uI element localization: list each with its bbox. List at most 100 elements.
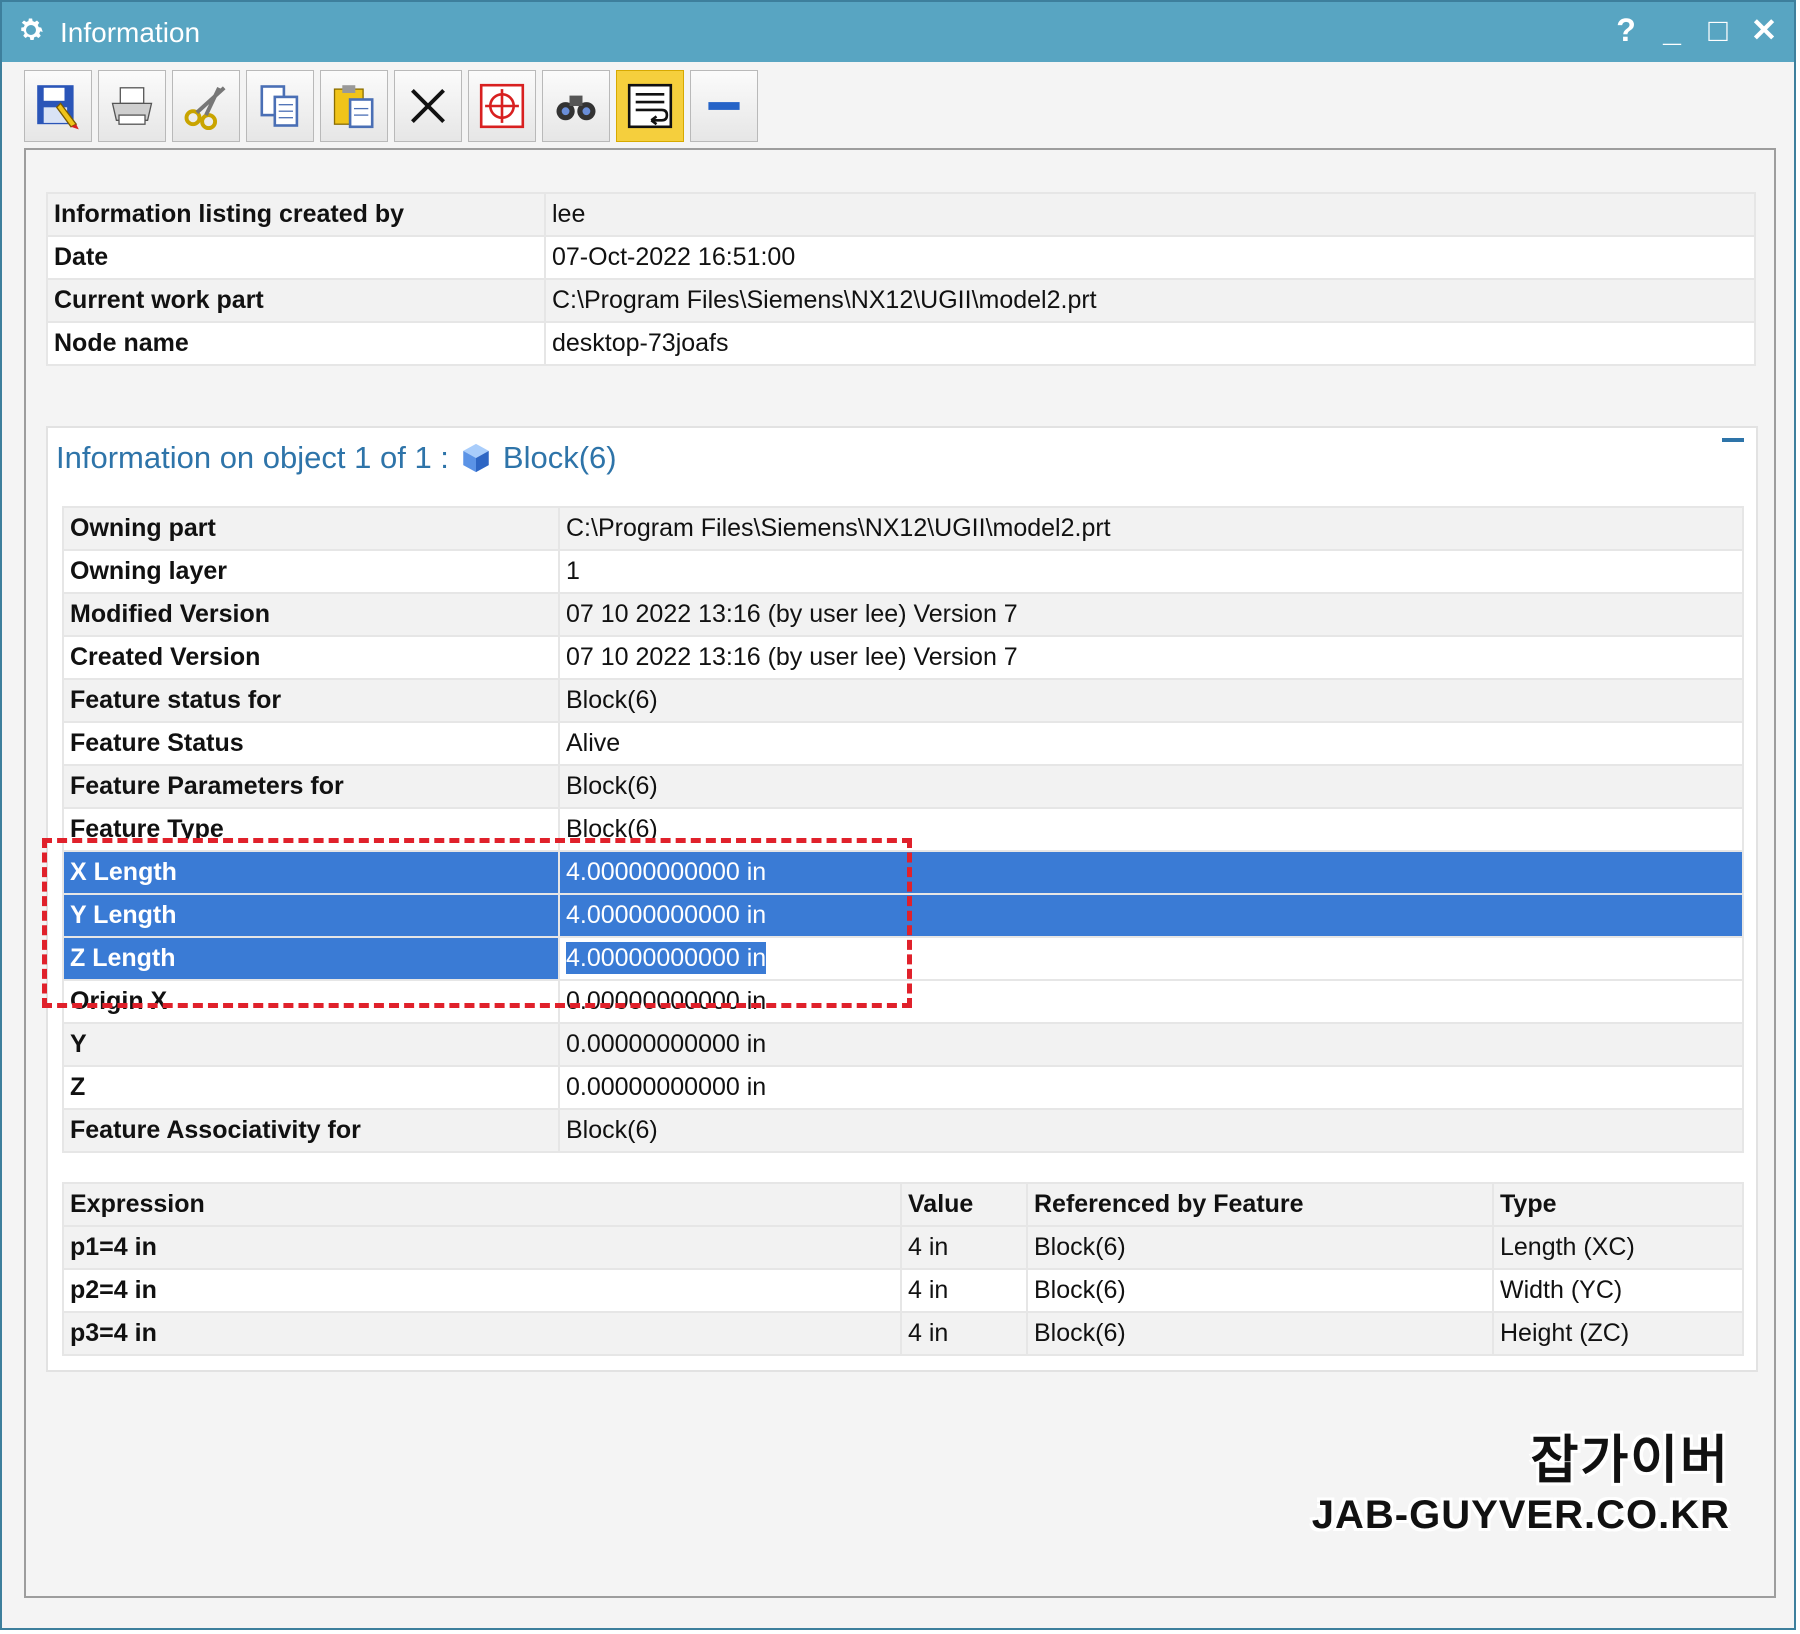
header-row[interactable]: Date 07-Oct-2022 16:51:00 [46, 235, 1756, 280]
attribute-value: 4.00000000000 in [558, 850, 1744, 895]
attribute-value: Alive [558, 721, 1744, 766]
save-button[interactable] [24, 70, 92, 142]
attribute-row[interactable]: X Length 4.00000000000 in [62, 850, 1744, 895]
cut-button[interactable] [172, 70, 240, 142]
expression-cell: p1=4 in [62, 1225, 902, 1270]
attribute-row[interactable]: Feature status for Block(6) [62, 678, 1744, 723]
minus-icon [708, 102, 740, 110]
word-wrap-button[interactable] [616, 70, 684, 142]
attribute-row[interactable]: Owning part C:\Program Files\Siemens\NX12… [62, 506, 1744, 551]
expression-row[interactable]: p1=4 in 4 in Block(6) Length (XC) [62, 1225, 1744, 1270]
attribute-key: Z Length [62, 936, 560, 981]
info-content[interactable]: Information listing created by lee Date 07-… [24, 148, 1776, 1598]
attribute-value: 0.00000000000 in [558, 979, 1744, 1024]
header-value: lee [544, 192, 1756, 237]
find-button[interactable] [542, 70, 610, 142]
attribute-value: Block(6) [558, 678, 1744, 723]
close-button[interactable]: ✕ [1744, 10, 1784, 50]
attribute-row[interactable]: Feature Associativity for Block(6) [62, 1108, 1744, 1153]
header-row[interactable]: Information listing created by lee [46, 192, 1756, 237]
header-row[interactable]: Node name desktop-73joafs [46, 321, 1756, 366]
attribute-row[interactable]: Owning layer 1 [62, 549, 1744, 594]
watermark-url: JAB-GUYVER.CO.KR [1311, 1493, 1730, 1537]
attribute-key: Created Version [62, 635, 560, 680]
attribute-key: Feature Associativity for [62, 1108, 560, 1153]
minimize-button[interactable]: _ [1652, 10, 1692, 50]
header-key: Information listing created by [46, 192, 546, 237]
select-object-button[interactable] [468, 70, 536, 142]
delete-button[interactable] [394, 70, 462, 142]
expressions-table: Expression Value Referenced by Feature Type… [62, 1182, 1744, 1356]
attribute-row[interactable]: Y Length 4.00000000000 in [62, 893, 1744, 938]
object-heading-prefix: Information on object 1 of 1 : [56, 440, 449, 475]
object-panel: Information on object 1 of 1 : Block(6) … [46, 426, 1758, 1372]
word-wrap-icon [627, 83, 673, 129]
attribute-key: Feature Type [62, 807, 560, 852]
expression-cell: 4 in [900, 1225, 1028, 1270]
attribute-row[interactable]: Y 0.00000000000 in [62, 1022, 1744, 1067]
object-heading-name: Block(6) [502, 440, 617, 475]
maximize-button[interactable]: □ [1698, 10, 1738, 50]
attribute-value: Block(6) [558, 764, 1744, 809]
expression-cell: Height (ZC) [1492, 1311, 1744, 1356]
attribute-key: Modified Version [62, 592, 560, 637]
object-attributes-table: Owning part C:\Program Files\Siemens\NX12… [62, 506, 1744, 1153]
attribute-value: 4.00000000000 in [558, 936, 1744, 981]
listing-header-table: Information listing created by lee Date 07-… [46, 192, 1756, 366]
header-key: Current work part [46, 278, 546, 323]
attribute-value: 07 10 2022 13:16 (by user lee) Version 7 [558, 635, 1744, 680]
attribute-key: Y Length [62, 893, 560, 938]
attribute-value: 1 [558, 549, 1744, 594]
attribute-row[interactable]: Feature Parameters for Block(6) [62, 764, 1744, 809]
attribute-value: 4.00000000000 in [558, 893, 1744, 938]
attribute-value: Block(6) [558, 807, 1744, 852]
expressions-column-header: Referenced by Feature [1026, 1182, 1494, 1227]
watermark-korean: 잡가이버 [1530, 1432, 1730, 1490]
header-value: C:\Program Files\Siemens\NX12\UGII\model… [544, 278, 1756, 323]
paste-button[interactable] [320, 70, 388, 142]
attribute-key: Owning layer [62, 549, 560, 594]
attribute-key: Owning part [62, 506, 560, 551]
attribute-row[interactable]: Feature Status Alive [62, 721, 1744, 766]
copy-icon [260, 85, 299, 127]
save-icon [37, 85, 79, 130]
expression-cell: Width (YC) [1492, 1268, 1744, 1313]
collapse-all-button[interactable] [690, 70, 758, 142]
help-button[interactable]: ? [1606, 10, 1646, 50]
attribute-value: 0.00000000000 in [558, 1022, 1744, 1067]
expression-cell: Length (XC) [1492, 1225, 1744, 1270]
attribute-key: X Length [62, 850, 560, 895]
binoculars-icon [556, 95, 596, 121]
copy-button[interactable] [246, 70, 314, 142]
delete-x-icon [411, 89, 445, 123]
paste-icon [333, 85, 374, 129]
attribute-key: Z [62, 1065, 560, 1110]
header-key: Date [46, 235, 546, 280]
expression-cell: Block(6) [1026, 1225, 1494, 1270]
attribute-key: Feature Status [62, 721, 560, 766]
selected-text: 4.00000000000 in [566, 942, 767, 974]
header-key: Node name [46, 321, 546, 366]
expression-row[interactable]: p2=4 in 4 in Block(6) Width (YC) [62, 1268, 1744, 1313]
print-button[interactable] [98, 70, 166, 142]
attribute-value: Block(6) [558, 1108, 1744, 1153]
attribute-row[interactable]: Z 0.00000000000 in [62, 1065, 1744, 1110]
scissors-icon [184, 86, 226, 131]
title-bar[interactable]: Information ? _ □ ✕ [2, 2, 1794, 62]
solid-block-icon [463, 443, 489, 473]
expression-row[interactable]: p3=4 in 4 in Block(6) Height (ZC) [62, 1311, 1744, 1356]
attribute-value: 07 10 2022 13:16 (by user lee) Version 7 [558, 592, 1744, 637]
attribute-row[interactable]: Origin X 0.00000000000 in [62, 979, 1744, 1024]
attribute-row[interactable]: Feature Type Block(6) [62, 807, 1744, 852]
gear-icon [21, 18, 43, 40]
expressions-column-header: Type [1492, 1182, 1744, 1227]
expression-cell: p2=4 in [62, 1268, 902, 1313]
expression-cell: Block(6) [1026, 1311, 1494, 1356]
object-heading: Information on object 1 of 1 : Block(6) [56, 440, 617, 476]
attribute-row[interactable]: Z Length 4.00000000000 in [62, 936, 1744, 981]
attribute-row[interactable]: Created Version 07 10 2022 13:16 (by user… [62, 635, 1744, 680]
header-row[interactable]: Current work part C:\Program Files\Siemen… [46, 278, 1756, 323]
collapse-section-button[interactable] [1722, 438, 1744, 442]
attribute-row[interactable]: Modified Version 07 10 2022 13:16 (by use… [62, 592, 1744, 637]
expressions-column-header: Value [900, 1182, 1028, 1227]
